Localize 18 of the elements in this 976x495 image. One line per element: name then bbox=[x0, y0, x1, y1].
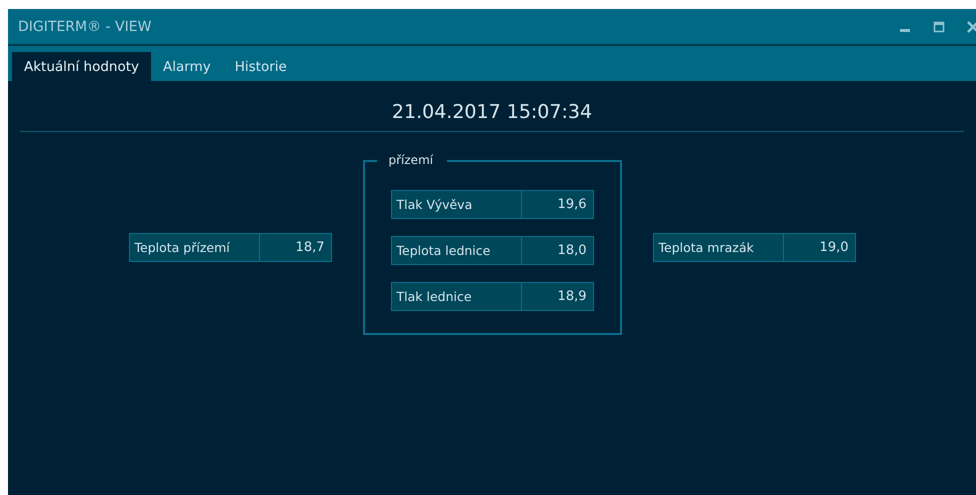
tab[interactable]: Aktuální hodnoty bbox=[12, 52, 152, 81]
reading-label: Tlak lednice bbox=[392, 283, 522, 310]
reading-value: 19,6 bbox=[556, 196, 588, 214]
reading-value: 18,0 bbox=[556, 242, 588, 260]
window-title: DIGITERM® - VIEW bbox=[18, 18, 152, 34]
tab[interactable]: Historie bbox=[222, 52, 299, 81]
timestamp: 21.04.2017 15:07:34 bbox=[390, 101, 594, 125]
group-title: přízemí bbox=[376, 153, 448, 167]
reading-value: 19,0 bbox=[818, 239, 850, 257]
maximize-icon[interactable] bbox=[932, 20, 946, 34]
tab[interactable]: Alarmy bbox=[151, 52, 223, 81]
reading-value: 18,7 bbox=[294, 239, 326, 257]
reading-value: 18,9 bbox=[556, 288, 588, 306]
reading-label: Teplota lednice bbox=[392, 237, 522, 264]
close-icon[interactable] bbox=[966, 20, 976, 34]
reading-label: Teplota mrazák bbox=[654, 234, 784, 261]
reading-label: Tlak Vývěva bbox=[392, 191, 522, 218]
reading-label: Teplota přízemí bbox=[130, 234, 260, 261]
